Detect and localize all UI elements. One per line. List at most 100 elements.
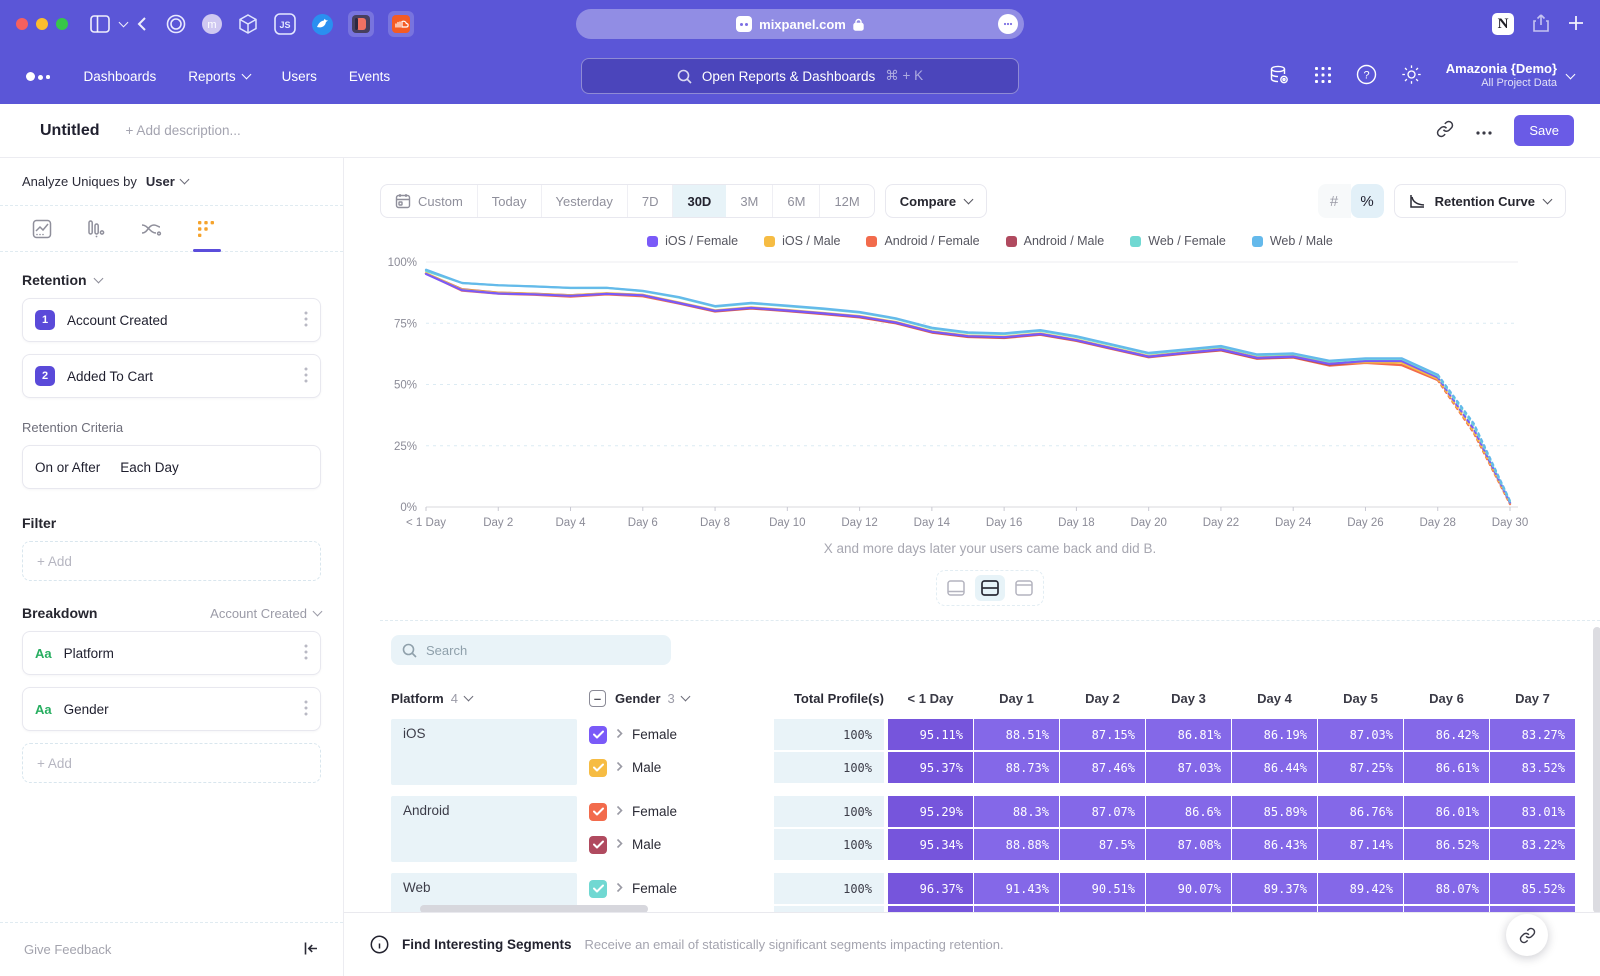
range-6m[interactable]: 6M <box>773 185 820 217</box>
range-30d[interactable]: 30D <box>673 185 726 217</box>
help-icon[interactable]: ? <box>1356 64 1377 88</box>
minimize-window-button[interactable] <box>36 18 48 30</box>
address-bar[interactable]: mixpanel.com <box>576 9 1024 39</box>
back-button[interactable] <box>137 16 147 32</box>
platform-cell[interactable]: iOS <box>391 719 577 785</box>
retention-section-label[interactable]: Retention <box>22 272 87 288</box>
retention-value-cell[interactable]: 86.76% <box>1318 796 1403 827</box>
retention-step-1[interactable]: 1 Account Created <box>22 298 321 342</box>
tab-funnels[interactable] <box>86 206 106 251</box>
expand-chevron-icon[interactable] <box>616 804 623 819</box>
close-window-button[interactable] <box>16 18 28 30</box>
zoom-window-button[interactable] <box>56 18 68 30</box>
series-checkbox[interactable] <box>589 880 607 898</box>
nav-events[interactable]: Events <box>349 69 390 84</box>
kebab-menu-icon[interactable] <box>304 311 308 330</box>
layout-split-button[interactable] <box>975 575 1005 601</box>
project-switcher[interactable]: Amazonia {Demo} All Project Data <box>1446 61 1574 91</box>
breakdown-scope-selector[interactable]: Account Created <box>210 606 321 621</box>
retention-step-2[interactable]: 2 Added To Cart <box>22 354 321 398</box>
retention-value-cell[interactable]: 96.37% <box>888 873 973 904</box>
retention-value-cell[interactable]: 87.25% <box>1318 752 1403 783</box>
kebab-menu-icon[interactable] <box>304 367 308 386</box>
select-all-checkbox[interactable]: – <box>589 690 606 707</box>
retention-value-cell[interactable]: 91.43% <box>974 873 1059 904</box>
platform-cell[interactable]: Android <box>391 796 577 862</box>
retention-value-cell[interactable]: 86.42% <box>1404 719 1489 750</box>
range-yesterday[interactable]: Yesterday <box>542 185 628 217</box>
retention-value-cell[interactable]: 87.03% <box>1146 752 1231 783</box>
retention-value-cell[interactable]: 86.43% <box>1232 829 1317 860</box>
retention-value-cell[interactable]: 87.07% <box>1060 796 1145 827</box>
table-search-input[interactable]: Search <box>391 635 671 665</box>
copy-link-icon[interactable] <box>1436 120 1454 141</box>
sidebar-toggle-icon[interactable] <box>90 15 110 33</box>
breakdown-gender[interactable]: Aa Gender <box>22 687 321 731</box>
extension-ring-icon[interactable] <box>165 13 187 35</box>
retention-value-cell[interactable]: 88.3% <box>974 796 1059 827</box>
share-link-floating-button[interactable] <box>1506 914 1548 956</box>
retention-value-cell[interactable]: 87.46% <box>1060 752 1145 783</box>
report-title[interactable]: Untitled <box>40 122 100 140</box>
data-management-icon[interactable] <box>1268 64 1290 89</box>
retention-value-cell[interactable]: 86.6% <box>1146 796 1231 827</box>
save-button[interactable]: Save <box>1514 115 1574 146</box>
expand-chevron-icon[interactable] <box>616 727 623 742</box>
tab-flows[interactable] <box>140 206 162 251</box>
extensions-more-button[interactable] <box>998 14 1018 34</box>
retention-chart[interactable]: 100%75%50%25%0%< 1 DayDay 2Day 4Day 6Day… <box>380 252 1600 539</box>
add-filter-button[interactable]: + Add <box>22 541 321 581</box>
legend-item[interactable]: Web / Male <box>1252 234 1333 248</box>
layout-chart-only-button[interactable] <box>941 575 971 601</box>
retention-value-cell[interactable]: 83.22% <box>1490 829 1575 860</box>
share-icon[interactable] <box>1532 13 1550 36</box>
chevron-down-icon[interactable] <box>119 17 129 27</box>
extension-bird-icon[interactable] <box>311 13 334 36</box>
retention-value-cell[interactable]: 86.19% <box>1232 719 1317 750</box>
retention-value-cell[interactable]: 95.29% <box>888 796 973 827</box>
retention-value-cell[interactable]: 87.03% <box>1318 719 1403 750</box>
nav-dashboards[interactable]: Dashboards <box>84 69 157 84</box>
percentage-toggle[interactable]: % <box>1351 184 1384 218</box>
expand-chevron-icon[interactable] <box>616 837 623 852</box>
platform-column-header[interactable]: Platform4 <box>391 691 577 706</box>
new-tab-icon[interactable] <box>1568 15 1584 34</box>
global-search-button[interactable]: Open Reports & Dashboards ⌘ + K <box>581 58 1019 94</box>
retention-value-cell[interactable]: 87.5% <box>1060 829 1145 860</box>
extension-loom-tile[interactable] <box>348 11 374 37</box>
series-checkbox[interactable] <box>589 803 607 821</box>
extension-js-icon[interactable]: JS <box>273 12 297 36</box>
legend-item[interactable]: iOS / Female <box>647 234 738 248</box>
retention-value-cell[interactable]: 83.01% <box>1490 796 1575 827</box>
more-options-icon[interactable] <box>1476 123 1492 138</box>
series-checkbox[interactable] <box>589 759 607 777</box>
retention-value-cell[interactable]: 87.08% <box>1146 829 1231 860</box>
window-controls[interactable] <box>16 18 68 30</box>
retention-value-cell[interactable]: 95.37% <box>888 752 973 783</box>
range-today[interactable]: Today <box>478 185 542 217</box>
retention-value-cell[interactable]: 86.01% <box>1404 796 1489 827</box>
collapse-sidebar-icon[interactable] <box>303 941 319 959</box>
tab-retention[interactable] <box>196 206 216 251</box>
kebab-menu-icon[interactable] <box>304 644 308 663</box>
find-segments-title[interactable]: Find Interesting Segments <box>402 937 572 952</box>
range-12m[interactable]: 12M <box>820 185 873 217</box>
series-checkbox[interactable] <box>589 726 607 744</box>
retention-value-cell[interactable]: 88.73% <box>974 752 1059 783</box>
retention-value-cell[interactable]: 86.52% <box>1404 829 1489 860</box>
legend-item[interactable]: Android / Female <box>866 234 979 248</box>
settings-gear-icon[interactable] <box>1401 64 1422 88</box>
retention-value-cell[interactable]: 95.11% <box>888 719 973 750</box>
retention-criteria-selector[interactable]: On or After Each Day <box>22 445 321 489</box>
vertical-scrollbar[interactable] <box>1593 627 1600 913</box>
retention-value-cell[interactable]: 85.52% <box>1490 873 1575 904</box>
kebab-menu-icon[interactable] <box>304 700 308 719</box>
range-7d[interactable]: 7D <box>628 185 674 217</box>
notion-extension-icon[interactable]: N <box>1492 13 1514 35</box>
retention-value-cell[interactable]: 88.51% <box>974 719 1059 750</box>
retention-value-cell[interactable]: 85.89% <box>1232 796 1317 827</box>
absolute-numbers-toggle[interactable]: # <box>1318 184 1351 218</box>
retention-value-cell[interactable]: 86.44% <box>1232 752 1317 783</box>
report-description-placeholder[interactable]: + Add description... <box>126 123 241 138</box>
legend-item[interactable]: Android / Male <box>1006 234 1105 248</box>
